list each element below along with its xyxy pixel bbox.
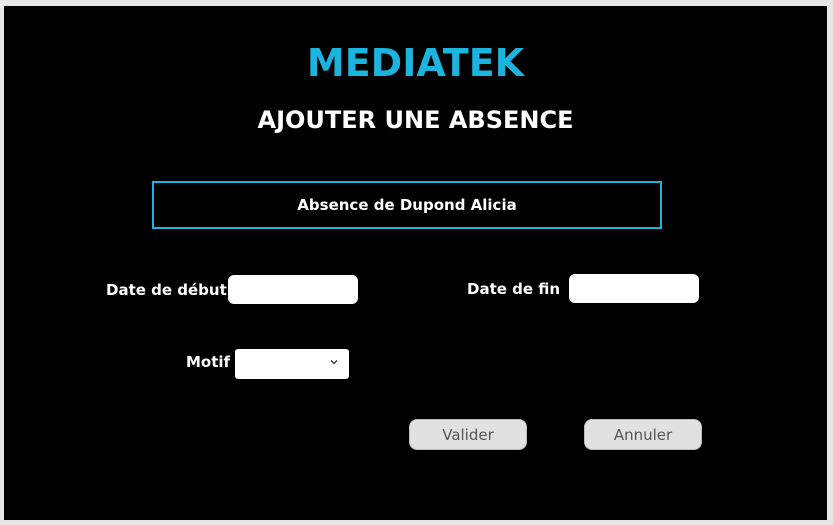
- brand-title: MEDIATEK: [306, 41, 525, 85]
- validate-button[interactable]: Valider: [409, 419, 527, 450]
- cancel-button[interactable]: Annuler: [584, 419, 702, 450]
- start-date-input[interactable]: [228, 275, 358, 304]
- employee-banner-text: Absence de Dupond Alicia: [297, 196, 517, 214]
- end-date-label: Date de fin: [467, 280, 561, 298]
- motif-select[interactable]: [235, 349, 349, 379]
- chevron-down-icon: [330, 360, 338, 365]
- absence-window: MEDIATEK AJOUTER UNE ABSENCE Absence de …: [4, 6, 827, 520]
- page-title: AJOUTER UNE ABSENCE: [257, 106, 574, 134]
- motif-label: Motif: [186, 353, 231, 371]
- end-date-input[interactable]: [569, 274, 699, 303]
- employee-banner: Absence de Dupond Alicia: [152, 181, 662, 229]
- start-date-label: Date de début: [106, 281, 227, 299]
